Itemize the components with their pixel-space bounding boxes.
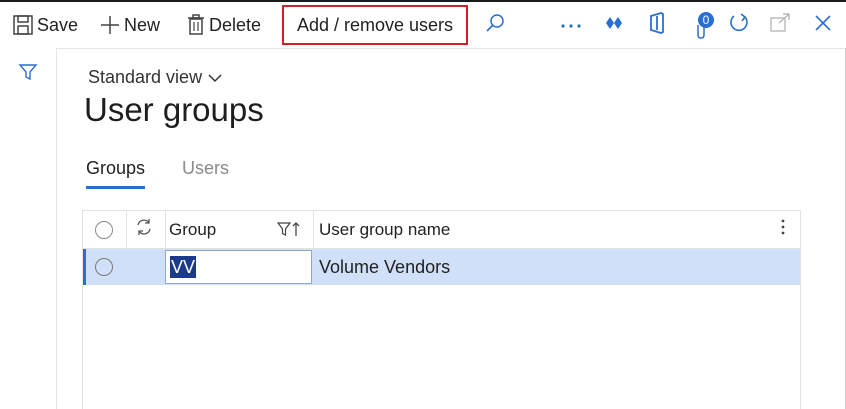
- chevron-down-icon: [202, 67, 222, 88]
- row-select-radio[interactable]: [95, 258, 113, 276]
- column-header-group[interactable]: Group: [169, 211, 309, 248]
- grid-header: Group User group name: [83, 211, 800, 249]
- new-button[interactable]: New: [99, 2, 160, 48]
- attachment-icon: 0: [692, 11, 716, 39]
- grid-refresh-icon: [135, 218, 153, 241]
- tab-users[interactable]: Users: [182, 158, 229, 179]
- tab-groups[interactable]: Groups: [86, 158, 146, 189]
- column-options-button[interactable]: [781, 211, 793, 248]
- power-apps-button[interactable]: [601, 2, 627, 48]
- row-selected-marker: [83, 249, 86, 285]
- plus-icon: [99, 14, 121, 36]
- view-selector[interactable]: Standard view: [88, 67, 222, 88]
- filter-icon: [18, 64, 38, 86]
- column-header-user-group-name-label: User group name: [319, 219, 451, 239]
- search-icon: [485, 13, 505, 38]
- delete-button[interactable]: Delete: [186, 2, 261, 48]
- open-in-new-window-button[interactable]: [767, 2, 793, 48]
- save-icon: [12, 14, 34, 36]
- popout-icon: [769, 12, 791, 38]
- add-remove-users-label: Add / remove users: [296, 14, 454, 35]
- filter-pane: [0, 48, 57, 409]
- filter-pane-toggle[interactable]: [18, 62, 40, 84]
- group-cell-input[interactable]: VV: [165, 250, 312, 284]
- office-button[interactable]: [644, 2, 670, 48]
- grid-refresh-button[interactable]: [135, 211, 159, 248]
- attachment-count-badge: 0: [702, 13, 710, 27]
- close-button[interactable]: [810, 2, 836, 48]
- attachments-button[interactable]: 0: [689, 2, 719, 48]
- user-groups-grid: Group User group name VV Volume Vendors: [82, 210, 801, 409]
- new-label: New: [124, 14, 161, 35]
- office-icon: [648, 11, 666, 39]
- table-row[interactable]: VV Volume Vendors: [83, 249, 800, 285]
- save-button[interactable]: Save: [12, 2, 78, 48]
- delete-label: Delete: [209, 14, 262, 35]
- search-button[interactable]: [482, 2, 508, 48]
- user-group-name-cell: Volume Vendors: [319, 256, 451, 277]
- view-selector-label: Standard view: [88, 67, 203, 87]
- filter-sort-icon: [276, 221, 301, 244]
- save-label: Save: [37, 14, 79, 35]
- page-title: User groups: [84, 91, 264, 128]
- more-horizontal-icon: [560, 16, 582, 34]
- action-toolbar: Save New Delete Add / remove users 0: [0, 2, 846, 49]
- column-header-group-label: Group: [169, 219, 217, 239]
- add-remove-users-button[interactable]: Add / remove users: [282, 5, 468, 45]
- refresh-button[interactable]: [726, 2, 752, 48]
- more-vertical-icon: [781, 219, 785, 240]
- group-cell-value: VV: [170, 256, 197, 278]
- diamond-apps-icon: [604, 15, 624, 36]
- select-all-radio: [95, 220, 113, 239]
- more-options-button[interactable]: [558, 2, 584, 48]
- close-icon: [813, 13, 833, 38]
- refresh-icon: [728, 12, 750, 39]
- column-header-user-group-name[interactable]: User group name: [319, 211, 789, 248]
- trash-icon: [186, 14, 206, 36]
- select-all-checkbox[interactable]: [95, 211, 115, 248]
